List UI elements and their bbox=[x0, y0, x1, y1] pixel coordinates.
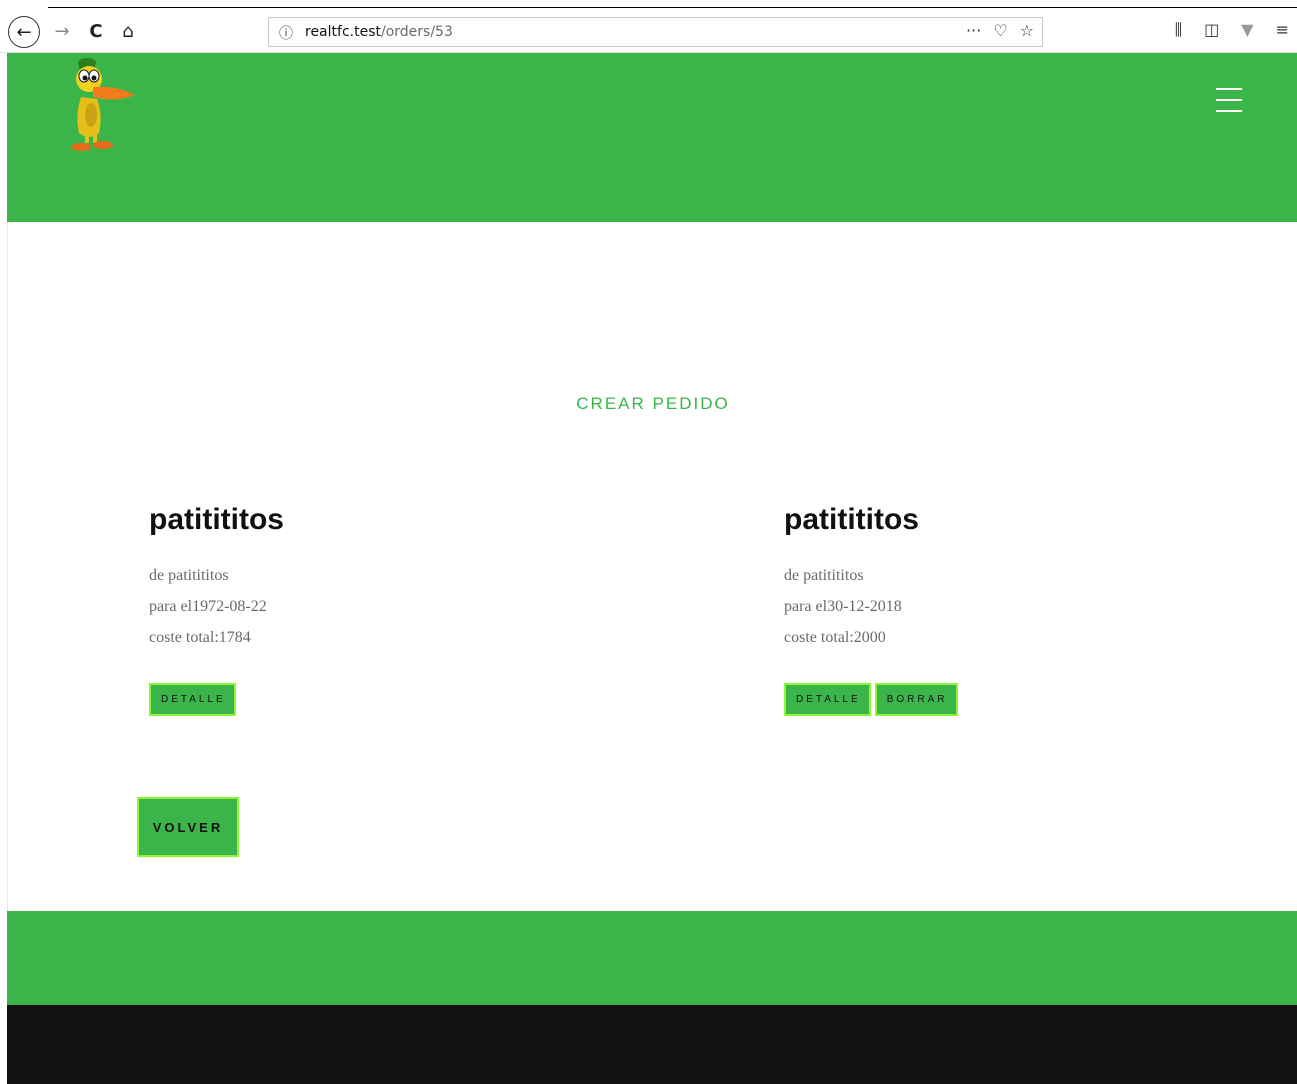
duck-logo-icon[interactable] bbox=[65, 55, 137, 155]
order-actions: DETALLE BORRAR bbox=[784, 683, 1204, 716]
order-actions: DETALLE bbox=[149, 683, 569, 716]
browser-menu-icon[interactable]: ≡ bbox=[1276, 20, 1289, 40]
window-edge bbox=[48, 7, 1297, 8]
toolbar-right: ⫼ ◫ ▼ ≡ bbox=[1175, 20, 1289, 40]
arrow-left-icon: ← bbox=[16, 21, 32, 43]
order-title: patitititos bbox=[149, 503, 284, 536]
footer-band bbox=[7, 911, 1297, 1005]
forward-button[interactable]: → bbox=[48, 17, 76, 45]
site-header bbox=[7, 53, 1297, 222]
reload-button[interactable]: C bbox=[82, 17, 110, 45]
detail-button[interactable]: DETALLE bbox=[149, 683, 236, 716]
pocket-icon[interactable]: ♡ bbox=[993, 21, 1007, 40]
url-path: /orders/53 bbox=[380, 24, 453, 40]
order-cost: coste total:1784 bbox=[149, 629, 251, 646]
order-from: de patitititos bbox=[784, 567, 864, 584]
back-link-button[interactable]: VOLVER bbox=[137, 797, 239, 857]
library-icon[interactable]: ⫼ bbox=[1175, 20, 1182, 40]
address-bar[interactable]: ⓘ realtfc.test/orders/53 ··· ♡ ☆ bbox=[268, 17, 1043, 47]
home-button[interactable]: ⌂ bbox=[114, 17, 142, 45]
order-cost: coste total:2000 bbox=[784, 629, 886, 646]
url-text[interactable]: realtfc.test/orders/53 bbox=[305, 24, 453, 40]
order-from: de patitititos bbox=[149, 567, 229, 584]
delete-button[interactable]: BORRAR bbox=[874, 683, 958, 716]
order-title: patitititos bbox=[784, 503, 919, 536]
reload-icon: C bbox=[89, 20, 103, 42]
order-card: patitititos de patitititos para el1972-0… bbox=[149, 502, 569, 716]
arrow-right-icon: → bbox=[54, 20, 70, 42]
sidebar-icon[interactable]: ◫ bbox=[1204, 20, 1219, 40]
back-button[interactable]: ← bbox=[8, 16, 40, 48]
more-actions-icon[interactable]: ··· bbox=[966, 21, 981, 40]
bookmark-star-icon[interactable]: ☆ bbox=[1020, 21, 1034, 40]
order-date: para el1972-08-22 bbox=[149, 598, 267, 615]
browser-toolbar: ← → C ⌂ ⓘ realtfc.test/orders/53 ··· ♡ ☆… bbox=[0, 0, 1297, 53]
orders-main: CREAR PEDIDO patitititos de patitititos … bbox=[7, 222, 1297, 911]
url-actions: ··· ♡ ☆ bbox=[966, 21, 1034, 40]
footer-bottom bbox=[7, 1005, 1297, 1084]
order-card: patitititos de patitititos para el30-12-… bbox=[784, 502, 1204, 716]
hamburger-menu-icon[interactable] bbox=[1216, 88, 1244, 114]
order-date: para el30-12-2018 bbox=[784, 598, 902, 615]
extension-icon[interactable]: ▼ bbox=[1241, 20, 1253, 40]
url-host: realtfc.test bbox=[305, 24, 381, 40]
info-icon[interactable]: ⓘ bbox=[279, 23, 295, 42]
home-icon: ⌂ bbox=[122, 20, 134, 42]
create-order-link[interactable]: CREAR PEDIDO bbox=[8, 394, 1297, 414]
detail-button[interactable]: DETALLE bbox=[784, 683, 871, 716]
